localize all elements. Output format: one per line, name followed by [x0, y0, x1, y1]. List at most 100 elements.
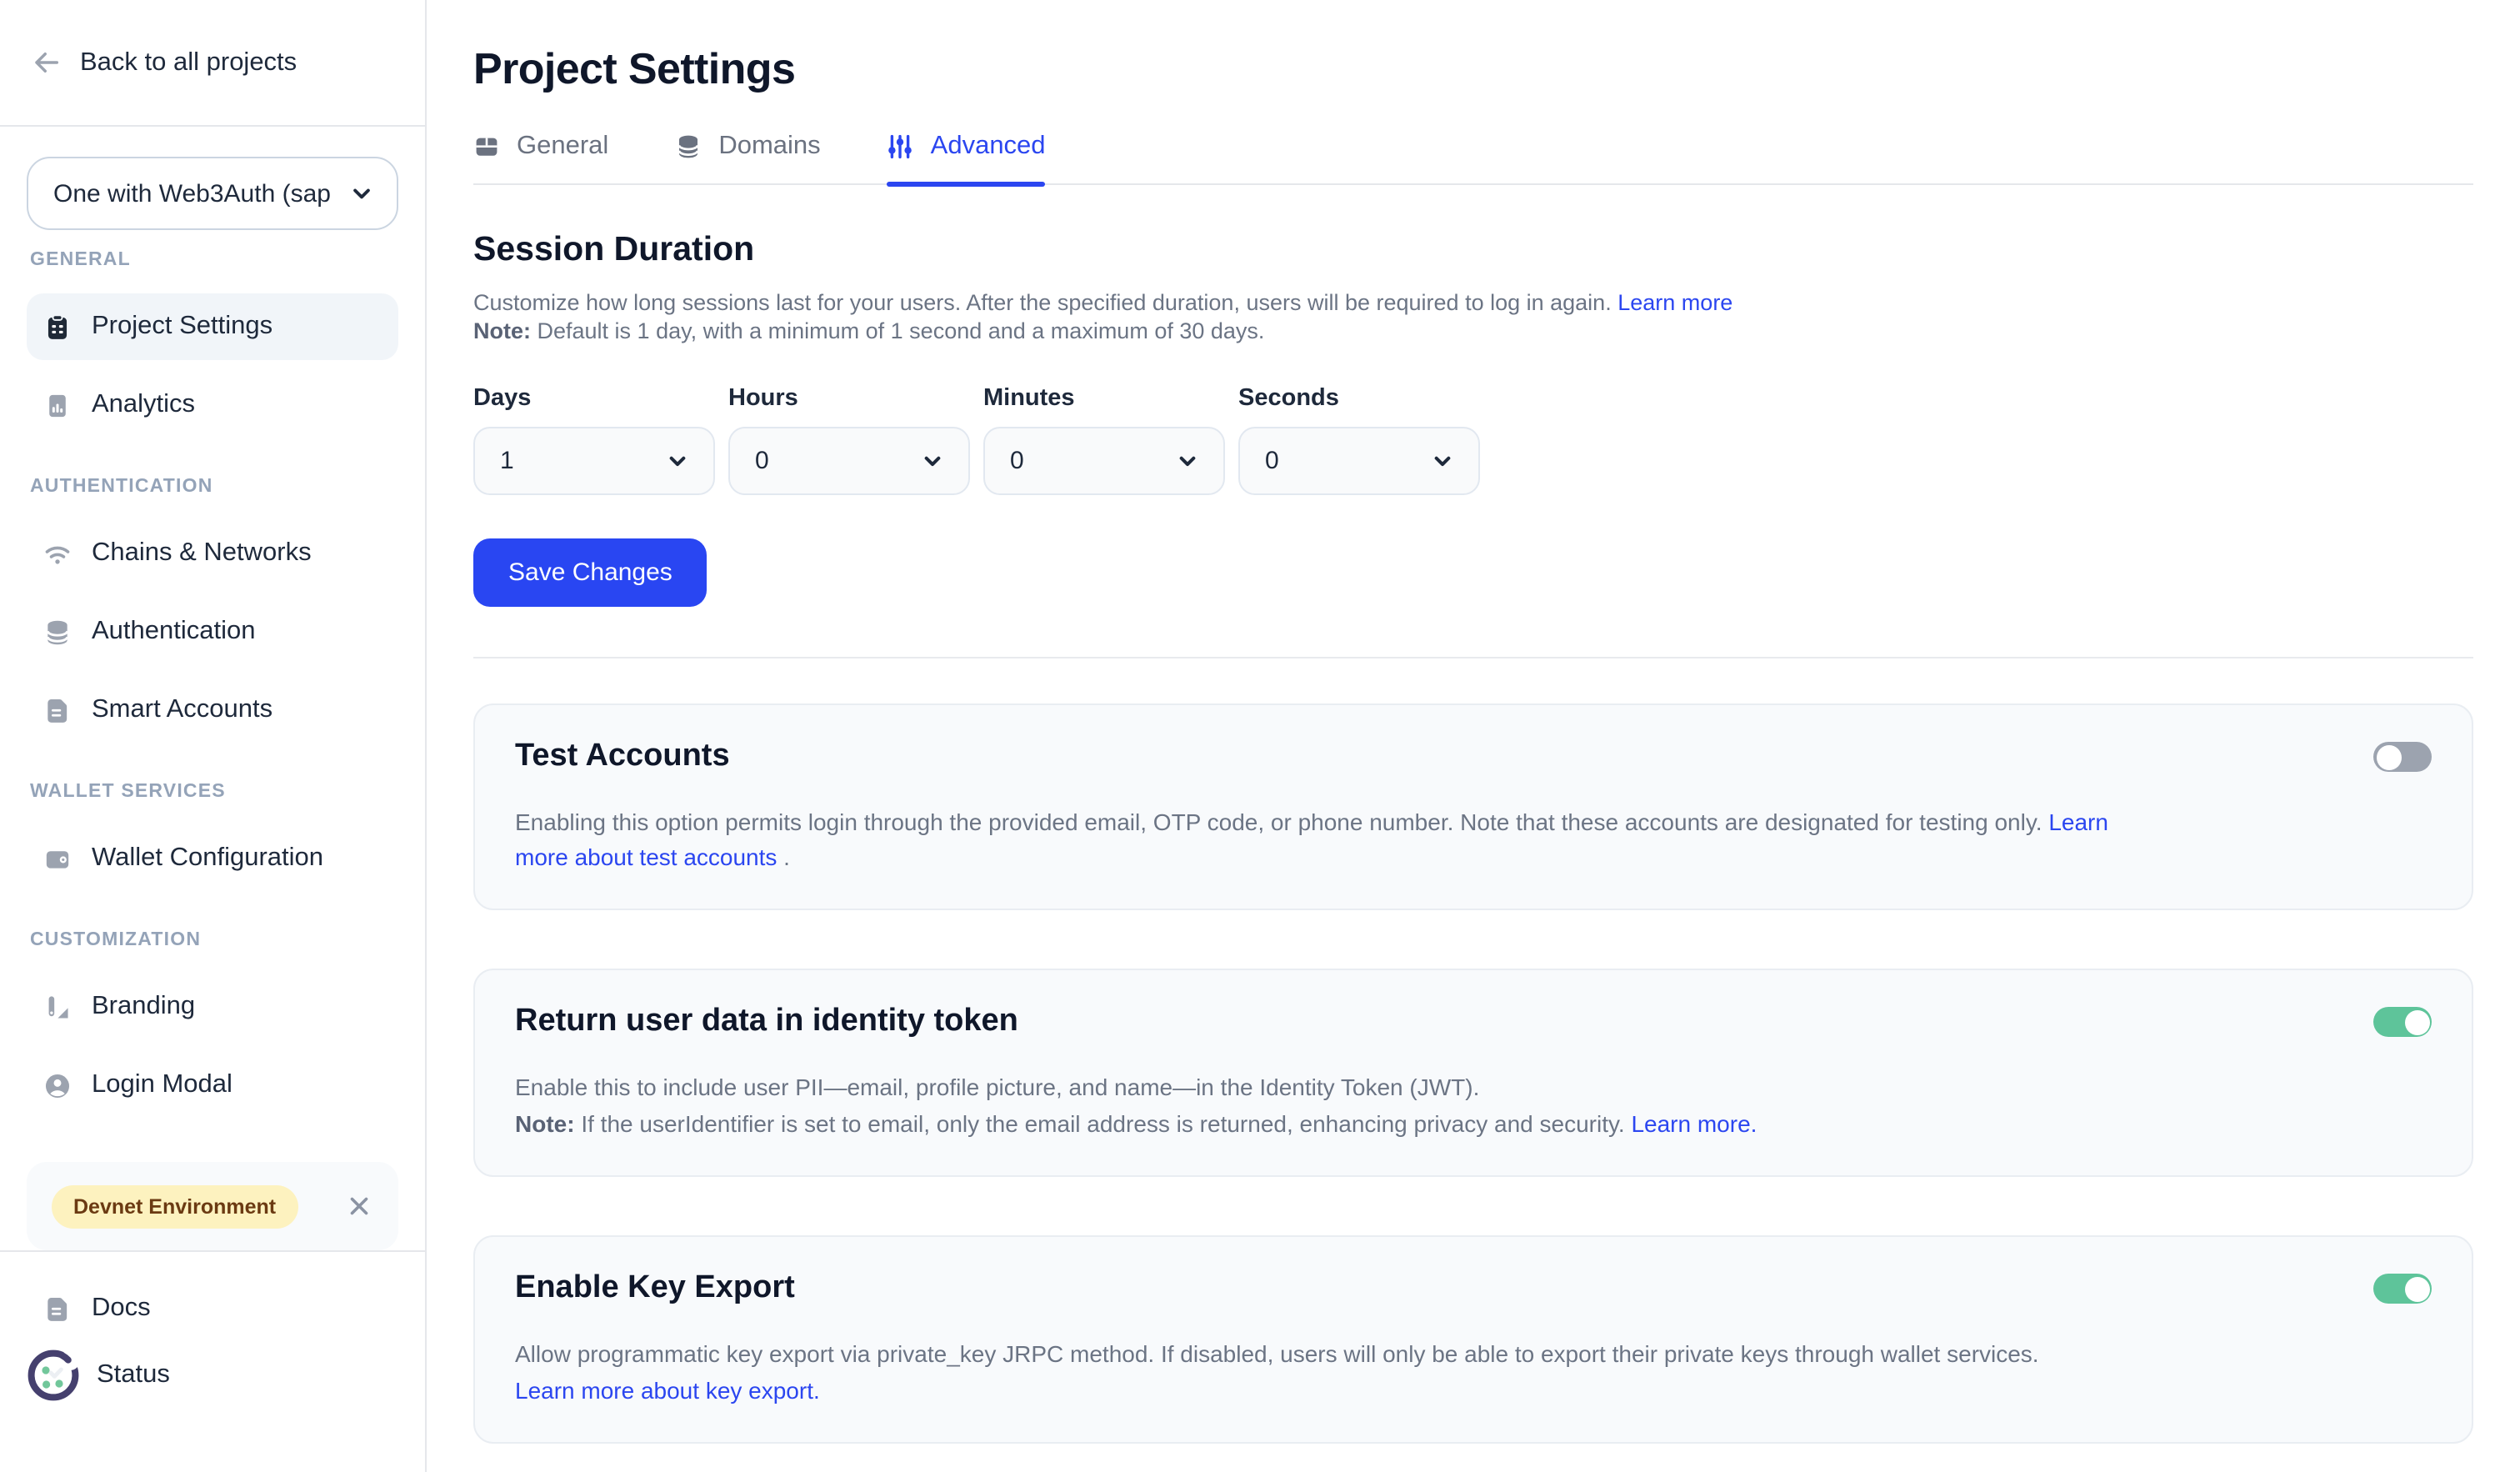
sidebar-item-label: Docs: [92, 1294, 151, 1324]
field-hours: Hours 0: [728, 385, 970, 495]
days-select[interactable]: 1: [473, 427, 715, 495]
card-title: Return user data in identity token: [515, 1004, 1018, 1040]
toggle-knob: [2404, 1276, 2429, 1301]
sidebar-item-project-settings[interactable]: Project Settings: [27, 293, 398, 360]
app-window: Back to all projects One with Web3Auth (…: [0, 0, 2520, 1472]
card-title: Test Accounts: [515, 739, 730, 775]
identity-token-learn-more-link[interactable]: Learn more.: [1631, 1110, 1757, 1137]
section-label-customization: CUSTOMIZATION: [30, 930, 398, 950]
test-accounts-toggle[interactable]: [2373, 742, 2432, 772]
main-content: Project Settings General Domains Advance…: [427, 0, 2520, 1472]
field-minutes: Minutes 0: [983, 385, 1225, 495]
session-learn-more-link[interactable]: Learn more: [1618, 290, 1732, 315]
sidebar-item-label: Login Modal: [92, 1070, 232, 1100]
sidebar-item-docs[interactable]: Docs: [27, 1275, 398, 1342]
card-note-label: Note:: [515, 1110, 575, 1137]
sidebar-item-wallet-configuration[interactable]: Wallet Configuration: [27, 825, 398, 892]
page-title: Project Settings: [473, 43, 2473, 95]
sidebar-item-label: Analytics: [92, 390, 195, 420]
card-note-text: If the userIdentifier is set to email, o…: [575, 1110, 1632, 1137]
sidebar-item-label: Project Settings: [92, 312, 272, 342]
card-description-text: Enabling this option permits login throu…: [515, 809, 2048, 835]
sidebar-item-label: Chains & Networks: [92, 538, 312, 568]
card-description-text: Enable this to include user PII—email, p…: [515, 1074, 1479, 1100]
sidebar-item-login-modal[interactable]: Login Modal: [27, 1052, 398, 1119]
field-label: Days: [473, 385, 715, 412]
test-accounts-card: Test Accounts Enabling this option permi…: [473, 703, 2473, 910]
sidebar-item-label: Authentication: [92, 617, 256, 647]
database-icon: [675, 133, 702, 160]
wifi-icon: [43, 539, 72, 568]
sidebar-item-label: Status: [97, 1360, 170, 1390]
arrow-left-icon: [30, 47, 62, 78]
sidebar-nav: One with Web3Auth (sap GENERAL Project S…: [0, 127, 425, 1250]
toggle-knob: [2404, 1009, 2429, 1034]
paint-brush-icon: [43, 993, 72, 1021]
user-circle-icon: [43, 1071, 72, 1099]
sidebar-item-analytics[interactable]: Analytics: [27, 372, 398, 438]
tab-label: General: [517, 132, 608, 162]
project-selector-value: One with Web3Auth (sap: [53, 179, 331, 208]
field-label: Minutes: [983, 385, 1225, 412]
sidebar-item-authentication[interactable]: Authentication: [27, 598, 398, 665]
section-label-wallet-services: WALLET SERVICES: [30, 782, 398, 802]
field-label: Hours: [728, 385, 970, 412]
session-description-text: Customize how long sessions last for you…: [473, 290, 1612, 315]
field-label: Seconds: [1238, 385, 1480, 412]
section-label-authentication: AUTHENTICATION: [30, 477, 398, 497]
sidebar-item-branding[interactable]: Branding: [27, 974, 398, 1040]
toggle-knob: [2376, 744, 2401, 769]
tab-domains[interactable]: Domains: [675, 132, 820, 183]
bar-chart-icon: [43, 391, 72, 419]
key-export-toggle[interactable]: [2373, 1274, 2432, 1304]
select-value: 0: [755, 447, 769, 475]
minutes-select[interactable]: 0: [983, 427, 1225, 495]
select-value: 0: [1010, 447, 1024, 475]
chevron-down-icon: [922, 450, 943, 472]
chevron-down-icon: [1177, 450, 1198, 472]
session-note-label: Note:: [473, 318, 531, 343]
card-title: Enable Key Export: [515, 1270, 795, 1307]
select-value: 0: [1265, 447, 1279, 475]
key-export-learn-more-link[interactable]: Learn more about key export.: [515, 1377, 820, 1404]
save-changes-button[interactable]: Save Changes: [473, 538, 708, 607]
session-duration-heading: Session Duration: [473, 230, 2473, 270]
chevron-down-icon: [1432, 450, 1453, 472]
tab-label: Advanced: [931, 132, 1046, 162]
hours-select[interactable]: 0: [728, 427, 970, 495]
session-duration-description: Customize how long sessions last for you…: [473, 288, 2473, 345]
chevron-down-icon: [667, 450, 688, 472]
seconds-select[interactable]: 0: [1238, 427, 1480, 495]
database-icon: [43, 618, 72, 646]
project-selector-dropdown[interactable]: One with Web3Auth (sap: [27, 157, 398, 230]
chevron-down-icon: [350, 182, 373, 205]
back-label: Back to all projects: [80, 48, 297, 78]
section-divider: [473, 657, 2473, 658]
back-to-projects[interactable]: Back to all projects: [0, 0, 425, 127]
settings-cards: Test Accounts Enabling this option permi…: [473, 703, 2473, 1444]
tab-label: Domains: [718, 132, 820, 162]
identity-token-toggle[interactable]: [2373, 1007, 2432, 1037]
field-seconds: Seconds 0: [1238, 385, 1480, 495]
sidebar-footer: Docs Status: [0, 1250, 425, 1472]
sidebar-item-chains-networks[interactable]: Chains & Networks: [27, 520, 398, 587]
card-description: Allow programmatic key export via privat…: [515, 1337, 2162, 1409]
field-days: Days 1: [473, 385, 715, 495]
tab-general[interactable]: General: [473, 132, 608, 183]
clipboard-icon: [43, 313, 72, 341]
sidebar-item-smart-accounts[interactable]: Smart Accounts: [27, 677, 398, 744]
tab-advanced[interactable]: Advanced: [888, 132, 1046, 183]
environment-card: Devnet Environment: [27, 1162, 398, 1250]
card-description-text: Allow programmatic key export via privat…: [515, 1340, 2039, 1367]
sidebar-item-label: Wallet Configuration: [92, 844, 323, 874]
close-icon[interactable]: [345, 1192, 373, 1220]
wallet-icon: [43, 844, 72, 873]
session-note-text: Default is 1 day, with a minimum of 1 se…: [531, 318, 1264, 343]
card-description: Enabling this option permits login throu…: [515, 805, 2162, 875]
card-description-suffix: .: [777, 844, 790, 870]
sidebar-item-status[interactable]: Status: [27, 1342, 398, 1409]
status-cookie-icon: [23, 1345, 83, 1405]
sidebar-item-label: Smart Accounts: [92, 695, 272, 725]
duration-fields: Days 1 Hours 0 Minutes 0: [473, 385, 2473, 495]
sidebar: Back to all projects One with Web3Auth (…: [0, 0, 427, 1472]
